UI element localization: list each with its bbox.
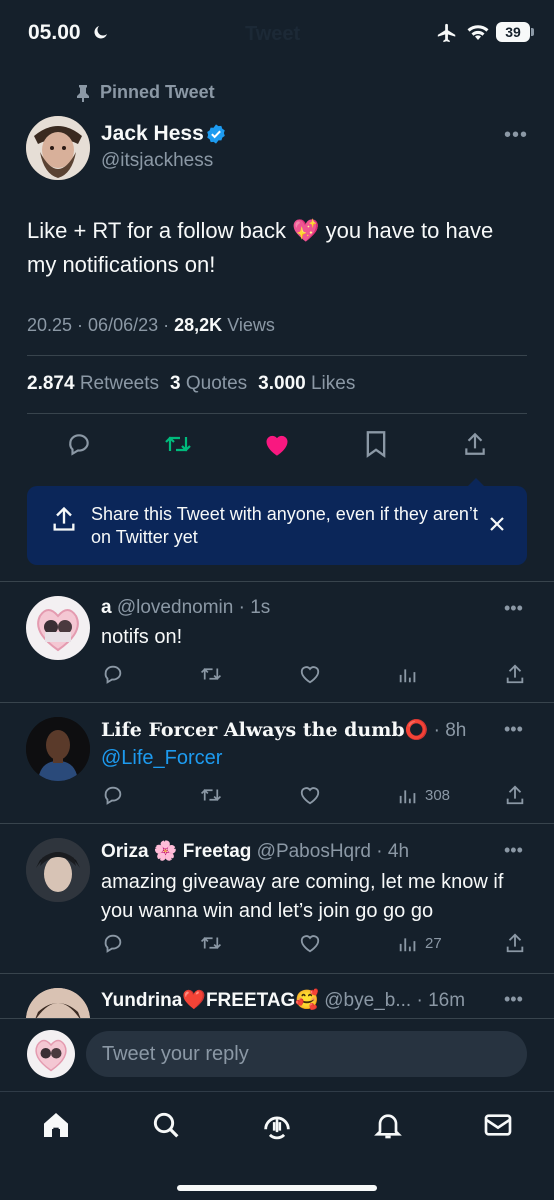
bookmark-icon[interactable] bbox=[364, 430, 388, 458]
pin-icon bbox=[76, 84, 90, 102]
tab-bar bbox=[0, 1091, 554, 1200]
reply-time: 1s bbox=[250, 597, 271, 618]
share-icon bbox=[50, 504, 78, 534]
reply-text[interactable]: @Life_Forcer bbox=[101, 747, 222, 770]
more-options-icon[interactable]: ••• bbox=[504, 719, 523, 740]
author-name[interactable]: Jack Hess bbox=[101, 122, 204, 146]
views-stat[interactable]: 27 bbox=[397, 932, 442, 954]
pinned-indicator: Pinned Tweet bbox=[76, 82, 215, 103]
page-title: Tweet bbox=[245, 23, 301, 45]
views-count: 27 bbox=[425, 934, 442, 952]
views-count: 28,2K bbox=[174, 315, 223, 335]
avatar bbox=[27, 1030, 75, 1078]
reply-text: notifs on! bbox=[101, 626, 183, 648]
reply-time: 16m bbox=[428, 990, 466, 1011]
like-icon[interactable] bbox=[299, 932, 321, 954]
moon-icon bbox=[92, 23, 110, 41]
reply-item[interactable]: Life Forcer Always the dumb⭕ · 8h ••• @L… bbox=[0, 703, 554, 823]
likes-stat[interactable]: 3.000 Likes bbox=[258, 373, 355, 395]
reply-author-name[interactable]: Yundrina❤️FREETAG🥰 bbox=[101, 990, 319, 1011]
retweet-icon[interactable] bbox=[200, 663, 222, 685]
quotes-stat[interactable]: 3 Quotes bbox=[170, 373, 247, 395]
spaces-icon[interactable] bbox=[260, 1108, 294, 1142]
share-icon[interactable] bbox=[462, 430, 488, 458]
more-options-icon[interactable]: ••• bbox=[504, 598, 523, 619]
like-icon[interactable] bbox=[299, 784, 321, 806]
tweet-stats: 2.874 Retweets 3 Quotes 3.000 Likes bbox=[27, 373, 355, 395]
search-icon[interactable] bbox=[150, 1109, 182, 1141]
tweet-time: 20.25 bbox=[27, 315, 73, 335]
views-count: 308 bbox=[425, 786, 451, 804]
verified-icon bbox=[205, 123, 227, 145]
retweets-stat[interactable]: 2.874 Retweets bbox=[27, 373, 159, 395]
share-icon[interactable] bbox=[504, 663, 526, 685]
reply-composer: Tweet your reply bbox=[0, 1019, 554, 1091]
avatar[interactable] bbox=[26, 596, 90, 660]
avatar[interactable] bbox=[26, 717, 90, 781]
tweet-date: 06/06/23 bbox=[88, 315, 159, 335]
reply-icon[interactable] bbox=[102, 932, 124, 954]
pinned-label: Pinned Tweet bbox=[100, 82, 215, 102]
avatar[interactable] bbox=[26, 838, 90, 902]
reply-icon[interactable] bbox=[66, 431, 92, 457]
avatar[interactable] bbox=[26, 988, 90, 1018]
views-icon bbox=[397, 784, 419, 806]
views-label: Views bbox=[227, 315, 275, 335]
wifi-icon bbox=[466, 22, 490, 44]
reply-item[interactable]: Oriza 🌸 Freetag @PabosHqrd · 4h ••• amaz… bbox=[0, 824, 554, 974]
like-icon[interactable] bbox=[299, 663, 321, 685]
views-stat[interactable]: 308 bbox=[397, 784, 450, 806]
status-time: 05.00 bbox=[28, 21, 81, 44]
reply-input-placeholder: Tweet your reply bbox=[102, 1043, 249, 1065]
views-icon bbox=[397, 932, 419, 954]
tweet-text: Like + RT for a follow back 💖 you have t… bbox=[27, 218, 494, 277]
more-options-icon[interactable]: ••• bbox=[504, 840, 523, 861]
reply-time: 4h bbox=[387, 841, 410, 862]
tweet-meta: 20.25 · 06/06/23 · 28,2K Views bbox=[27, 315, 275, 335]
reply-item[interactable]: Yundrina❤️FREETAG🥰 @bye_b... · 16m ••• bbox=[0, 974, 554, 1018]
share-banner-text: Share this Tweet with anyone, even if th… bbox=[91, 504, 478, 547]
close-icon[interactable] bbox=[488, 515, 506, 533]
reply-icon[interactable] bbox=[102, 784, 124, 806]
reply-author-handle[interactable]: @lovednomin bbox=[117, 597, 233, 618]
reply-input[interactable]: Tweet your reply bbox=[86, 1031, 527, 1077]
reply-item[interactable]: a @lovednomin · 1s ••• notifs on! bbox=[0, 582, 554, 702]
more-options-icon[interactable]: ••• bbox=[504, 989, 523, 1010]
share-icon[interactable] bbox=[504, 932, 526, 954]
share-icon[interactable] bbox=[504, 784, 526, 806]
messages-icon[interactable] bbox=[482, 1109, 514, 1141]
author-handle[interactable]: @itsjackhess bbox=[101, 150, 213, 172]
views-icon[interactable] bbox=[397, 663, 419, 685]
reply-text: amazing giveaway are coming, let me know… bbox=[101, 871, 504, 922]
avatar[interactable] bbox=[26, 116, 90, 180]
reply-author-name[interactable]: a bbox=[101, 597, 112, 618]
retweet-icon[interactable] bbox=[200, 784, 222, 806]
reply-time: 8h bbox=[445, 720, 467, 741]
airplane-icon bbox=[436, 22, 458, 44]
divider bbox=[27, 413, 527, 414]
battery-level: 39 bbox=[505, 24, 521, 40]
reply-author-name[interactable]: Oriza 🌸 Freetag bbox=[101, 841, 251, 862]
home-indicator bbox=[177, 1185, 377, 1191]
more-options-icon[interactable]: ••• bbox=[504, 124, 528, 147]
home-icon[interactable] bbox=[40, 1109, 72, 1141]
battery-tip bbox=[531, 28, 534, 36]
like-icon[interactable] bbox=[263, 431, 291, 457]
reply-author-handle[interactable]: @PabosHqrd bbox=[257, 841, 371, 862]
reply-author-handle[interactable]: @bye_b... bbox=[324, 990, 411, 1011]
status-bar: 05.00 Tweet 39 bbox=[0, 0, 554, 66]
reply-author-name[interactable]: Life Forcer Always the dumb⭕ bbox=[101, 719, 428, 741]
battery-icon: 39 bbox=[496, 22, 530, 42]
retweet-icon[interactable] bbox=[164, 431, 192, 457]
share-banner[interactable]: Share this Tweet with anyone, even if th… bbox=[27, 486, 527, 565]
reply-icon[interactable] bbox=[102, 663, 124, 685]
retweet-icon[interactable] bbox=[200, 932, 222, 954]
notifications-icon[interactable] bbox=[372, 1108, 404, 1142]
divider bbox=[27, 355, 527, 356]
